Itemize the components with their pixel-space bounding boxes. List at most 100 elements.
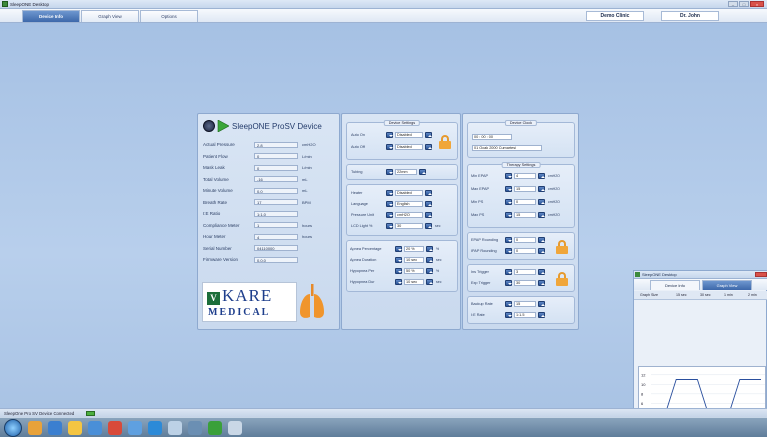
pressure-unit-down-button[interactable]	[386, 212, 393, 218]
range-15-sec[interactable]: 15 sec	[676, 293, 687, 297]
device-row-label: Hour Meter	[203, 234, 226, 239]
exp-trigger-up-button[interactable]	[538, 280, 545, 286]
auto-off-down-button[interactable]	[386, 144, 393, 150]
ie-rate-down-button[interactable]	[505, 312, 512, 318]
therapy-down-button[interactable]	[505, 173, 512, 179]
close-button[interactable]: ×	[750, 1, 764, 7]
device-row-value: 1	[254, 222, 298, 228]
tab-device-info[interactable]: Device Info	[22, 10, 80, 22]
auto-off-up-button[interactable]	[425, 144, 432, 150]
ins-trigger-up-button[interactable]	[538, 269, 545, 275]
browser-icon[interactable]	[48, 421, 62, 435]
os-taskbar	[0, 417, 767, 437]
media-icon[interactable]	[88, 421, 102, 435]
auto-on-up-button[interactable]	[425, 132, 432, 138]
range-30-sec[interactable]: 30 sec	[700, 293, 711, 297]
lcd-light-label: LCD Light %	[351, 224, 373, 228]
heater-down-button[interactable]	[386, 190, 393, 196]
ipap-rounding-label: IPAP Rounding	[471, 249, 497, 253]
app-icon-blue[interactable]	[128, 421, 142, 435]
hypopnea-per-down-button[interactable]	[395, 268, 402, 274]
language-up-button[interactable]	[425, 201, 432, 207]
therapy-row-label: Min PS	[471, 200, 484, 204]
hypopnea-per-unit: %	[436, 269, 440, 273]
hypopnea-dur-down-button[interactable]	[395, 279, 402, 285]
language-down-button[interactable]	[386, 201, 393, 207]
exp-trigger-down-button[interactable]	[505, 280, 512, 286]
range-1-min[interactable]: 1 min	[724, 293, 733, 297]
graph-window-close-button[interactable]	[755, 272, 767, 277]
ipap-rounding-up-button[interactable]	[538, 248, 545, 254]
therapy-up-button[interactable]	[538, 212, 545, 218]
app-icon	[635, 272, 640, 277]
start-button[interactable]	[4, 419, 22, 437]
y-tick-label: 8	[641, 391, 644, 396]
ins-trigger-down-button[interactable]	[505, 269, 512, 275]
graph-size-label: Graph Size	[640, 292, 658, 297]
user-name: Dr. John	[661, 11, 719, 21]
app-icon-gray[interactable]	[188, 421, 202, 435]
skype-icon[interactable]	[148, 421, 162, 435]
backup-rate-label: Backup Rate	[471, 302, 493, 306]
apnea-duration-down-button[interactable]	[395, 257, 402, 263]
network-icon[interactable]	[168, 421, 182, 435]
play-button[interactable]	[217, 119, 230, 133]
pressure-unit-up-button[interactable]	[425, 212, 432, 218]
therapy-up-button[interactable]	[538, 186, 545, 192]
device-settings-panel: Device Settings Auto On Disabled Auto Of…	[341, 113, 461, 330]
clock-time-field[interactable]: 00 : 00 : 00	[472, 134, 512, 140]
lcd-light-down-button[interactable]	[386, 223, 393, 229]
device-row-value: 04110000	[254, 245, 298, 251]
range-2-min[interactable]: 2 min	[748, 293, 757, 297]
app-icon-light[interactable]	[228, 421, 242, 435]
apnea-percentage-up-button[interactable]	[426, 246, 433, 252]
therapy-down-button[interactable]	[505, 212, 512, 218]
therapy-up-button[interactable]	[538, 173, 545, 179]
ie-rate-up-button[interactable]	[538, 312, 545, 318]
hypopnea-dur-up-button[interactable]	[426, 279, 433, 285]
tubing-down-button[interactable]	[386, 169, 393, 175]
folder-icon[interactable]	[68, 421, 82, 435]
auto-on-down-button[interactable]	[386, 132, 393, 138]
therapy-up-button[interactable]	[538, 199, 545, 205]
clock-date-field[interactable]: 01 Ocak 2000 Cumartesi	[472, 145, 542, 151]
minimize-button[interactable]: –	[728, 1, 738, 7]
logo-medical: MEDICAL	[208, 307, 271, 318]
device-row-unit: mL	[302, 188, 308, 193]
ipap-rounding-down-button[interactable]	[505, 248, 512, 254]
therapy-down-button[interactable]	[505, 186, 512, 192]
device-options-group: Heater Disabled Language English Pressur…	[346, 184, 458, 236]
epap-rounding-label: EPAP Rounding	[471, 238, 499, 242]
backup-rate-down-button[interactable]	[505, 301, 512, 307]
lcd-light-up-button[interactable]	[425, 223, 432, 229]
epap-rounding-down-button[interactable]	[505, 237, 512, 243]
lock-icon[interactable]	[439, 135, 451, 149]
apnea-duration-value: 10 sec	[404, 257, 424, 263]
explorer-icon[interactable]	[28, 421, 42, 435]
device-row-label: Compliance Meter	[203, 222, 240, 228]
tab-graph-view-2[interactable]: Graph View	[702, 280, 752, 290]
auto-on-value: Disabled	[395, 132, 423, 138]
stop-button[interactable]	[203, 120, 215, 132]
app-icon-red[interactable]	[108, 421, 122, 435]
device-row-label: Patient Flow	[203, 153, 228, 159]
tab-options[interactable]: Options	[140, 10, 198, 22]
tubing-up-button[interactable]	[419, 169, 426, 175]
apnea-percentage-down-button[interactable]	[395, 246, 402, 252]
epap-rounding-up-button[interactable]	[538, 237, 545, 243]
heater-up-button[interactable]	[425, 190, 432, 196]
device-row-label: Minute Volume	[203, 188, 233, 193]
language-label: Language	[351, 202, 368, 206]
maximize-button[interactable]: □	[739, 1, 749, 7]
hypopnea-per-up-button[interactable]	[426, 268, 433, 274]
trigger-lock-icon[interactable]	[556, 272, 568, 286]
tubing-label: Tubing	[351, 170, 363, 174]
rounding-lock-icon[interactable]	[556, 240, 568, 254]
therapy-down-button[interactable]	[505, 199, 512, 205]
apnea-duration-up-button[interactable]	[426, 257, 433, 263]
sleepone-taskbar-icon[interactable]	[208, 421, 222, 435]
backup-rate-up-button[interactable]	[538, 301, 545, 307]
tab-graph-view[interactable]: Graph View	[81, 10, 139, 22]
tab-device-info-2[interactable]: Device Info	[650, 280, 700, 290]
pressure-unit-label: Pressure Unit	[351, 213, 375, 217]
